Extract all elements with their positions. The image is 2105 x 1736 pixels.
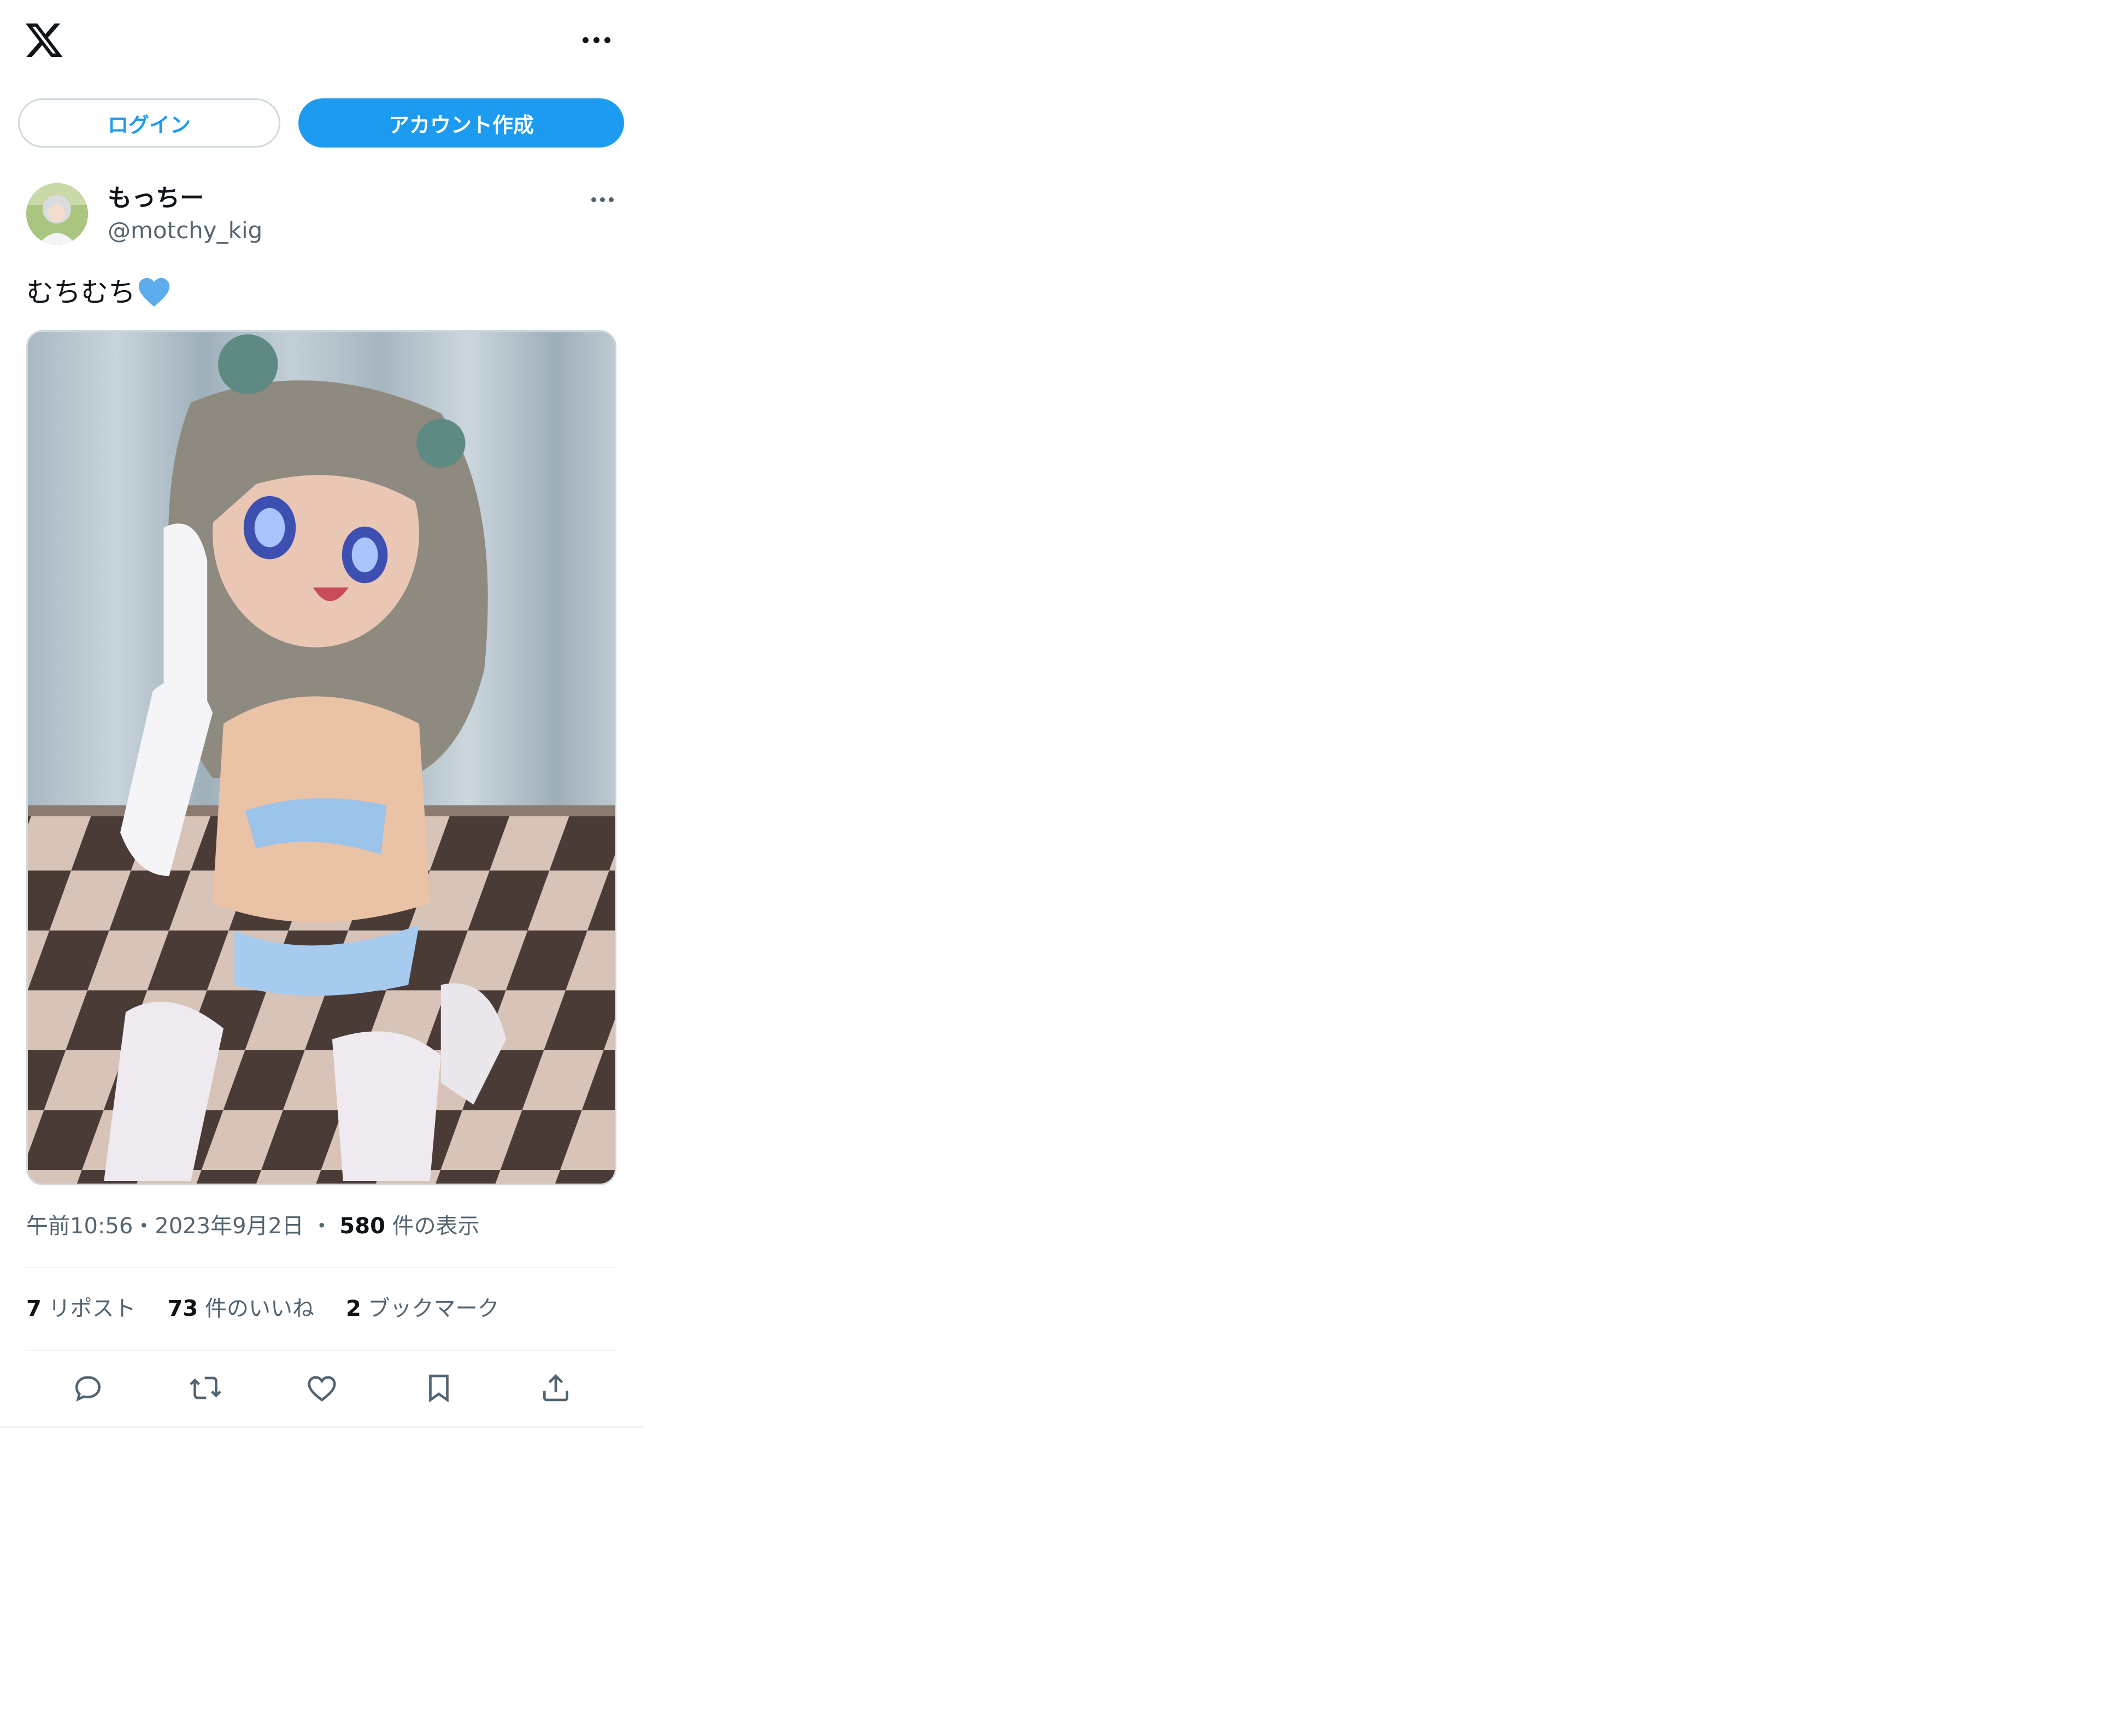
like-icon[interactable] (297, 1363, 346, 1413)
login-button[interactable]: ログイン (18, 98, 280, 148)
repost-icon[interactable] (181, 1363, 230, 1413)
views-count: 580 (339, 1214, 385, 1239)
post-date[interactable]: 2023年9月2日 (155, 1214, 304, 1239)
more-options-icon[interactable] (579, 26, 613, 54)
separator: ・ (310, 1214, 333, 1239)
post-bottom-border (0, 1426, 643, 1428)
x-logo-icon[interactable] (23, 20, 64, 61)
bookmark-icon[interactable] (414, 1363, 463, 1413)
post-stats: 7 リポスト 73 件のいいね 2 ブックマーク (26, 1293, 499, 1324)
reposts-stat[interactable]: 7 リポスト (26, 1293, 136, 1324)
separator: ・ (133, 1214, 155, 1239)
signup-button[interactable]: アカウント作成 (298, 98, 624, 148)
post-text: むちむち (26, 274, 170, 310)
post-text-content: むちむち (26, 276, 136, 308)
divider (26, 1350, 616, 1351)
views-label: 件の表示 (392, 1214, 480, 1239)
divider (26, 1267, 616, 1268)
post-meta: 午前10:56・2023年9月2日 ・ 580 件の表示 (26, 1211, 480, 1241)
display-name[interactable]: もっちー (108, 183, 204, 214)
post-photo[interactable] (26, 330, 616, 1185)
avatar[interactable] (26, 183, 88, 245)
handle[interactable]: @motchy_kig (108, 216, 262, 245)
bookmarks-stat: 2 ブックマーク (345, 1296, 499, 1321)
likes-stat[interactable]: 73 件のいいね (168, 1293, 314, 1324)
post-time[interactable]: 午前10:56 (26, 1214, 133, 1239)
share-icon[interactable] (531, 1363, 580, 1413)
post-actions (26, 1363, 616, 1413)
post-more-icon[interactable] (590, 191, 615, 208)
reply-icon[interactable] (63, 1363, 113, 1413)
blue-heart-emoji-icon (138, 276, 170, 308)
